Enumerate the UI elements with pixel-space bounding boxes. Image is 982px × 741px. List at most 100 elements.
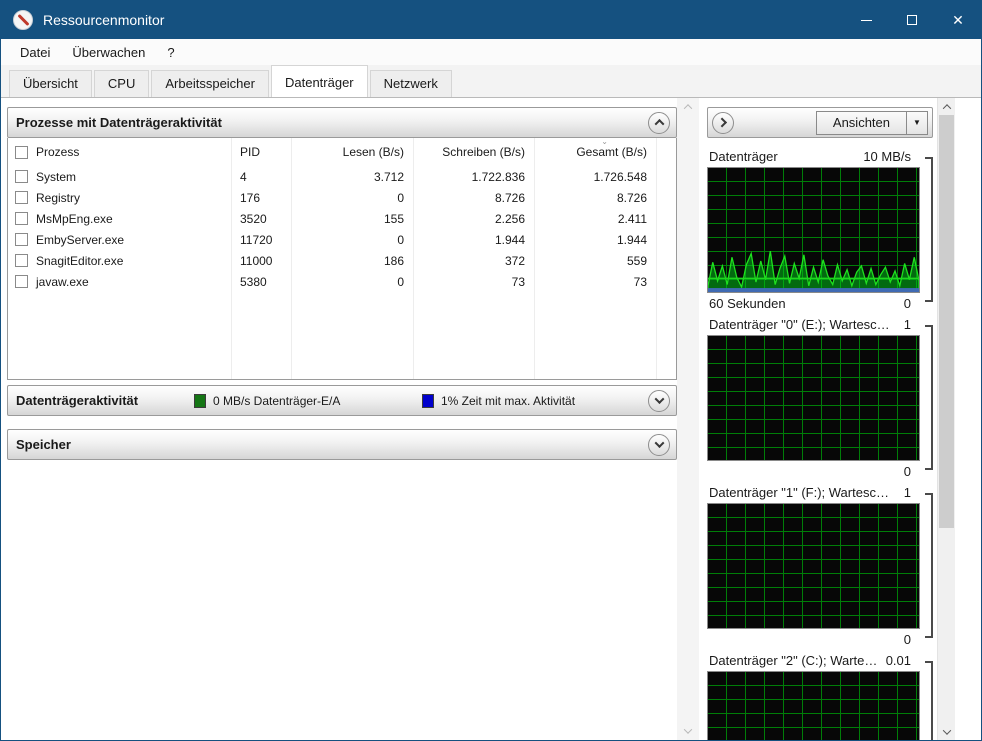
gauge-needle-icon xyxy=(17,13,30,27)
chart-group-disk2: Datenträger "2" (C:); Warte… 0.01 xyxy=(707,651,933,740)
green-legend-swatch xyxy=(194,393,206,408)
memory-panel-title: Speicher xyxy=(16,437,71,452)
process-checkbox[interactable] xyxy=(15,275,28,288)
menu-ueberwachen[interactable]: Überwachen xyxy=(63,41,154,64)
process-name-cell[interactable]: SnagitEditor.exe xyxy=(8,250,232,271)
write-cell: 73 xyxy=(414,271,535,292)
filler-cell xyxy=(657,292,676,379)
process-name-cell[interactable]: System xyxy=(8,166,232,187)
disk2-queue-chart xyxy=(707,671,920,740)
processes-panel-header[interactable]: Prozesse mit Datenträgeraktivität xyxy=(7,107,677,138)
caret-down-icon: ▼ xyxy=(913,118,921,127)
column-header-filler xyxy=(657,138,676,166)
column-header-label: Prozess xyxy=(36,145,80,159)
chart-row xyxy=(707,325,933,470)
tab-cpu[interactable]: CPU xyxy=(93,70,150,97)
expand-memory-button[interactable] xyxy=(648,433,670,456)
tab-netzwerk[interactable]: Netzwerk xyxy=(369,70,452,97)
scroll-up-icon[interactable] xyxy=(683,104,693,113)
chart-group-disk-total: Datenträger 10 MB/s 60 Sekunden 0 xyxy=(707,147,933,313)
window-scrollbar[interactable] xyxy=(937,98,955,740)
process-checkbox[interactable] xyxy=(15,254,28,267)
column-header-schreiben[interactable]: Schreiben (B/s) xyxy=(414,138,535,166)
write-cell: 1.722.836 xyxy=(414,166,535,187)
pid-cell: 5380 xyxy=(232,271,292,292)
scrollbar-up-button[interactable] xyxy=(938,98,955,115)
menu-bar: Datei Überwachen ? xyxy=(1,39,981,65)
title-bar: Ressourcenmonitor ✕ xyxy=(1,1,981,39)
disk-process-table: Prozess PID Lesen (B/s) Schreiben (B/s) … xyxy=(8,138,676,379)
expand-disk-activity-button[interactable] xyxy=(648,389,670,412)
scroll-up-icon xyxy=(942,103,951,113)
column-header-label: Gesamt (B/s) xyxy=(576,145,647,159)
window-title: Ressourcenmonitor xyxy=(43,12,165,28)
chevron-down-icon xyxy=(654,438,664,449)
memory-panel-header[interactable]: Speicher xyxy=(7,429,677,460)
process-name-cell[interactable]: MsMpEng.exe xyxy=(8,208,232,229)
collapse-charts-pane-button[interactable] xyxy=(712,111,734,134)
maximize-button[interactable] xyxy=(889,1,935,39)
column-header-prozess[interactable]: Prozess xyxy=(8,138,232,166)
chart-title: Datenträger "2" (C:); Warte… xyxy=(709,653,878,668)
process-checkbox[interactable] xyxy=(15,170,28,183)
pid-cell: 11720 xyxy=(232,229,292,250)
process-name: EmbyServer.exe xyxy=(36,232,125,247)
chart-row xyxy=(707,493,933,638)
charts-toolbar: Ansichten ▼ xyxy=(707,107,933,138)
chevron-right-icon xyxy=(716,117,727,128)
left-pane-scrollbar[interactable] xyxy=(677,98,699,740)
process-checkbox[interactable] xyxy=(15,191,28,204)
read-cell: 3.712 xyxy=(292,166,414,187)
tab-uebersicht[interactable]: Übersicht xyxy=(9,70,92,97)
tab-arbeitsspeicher[interactable]: Arbeitsspeicher xyxy=(151,70,269,97)
views-dropdown-arrow[interactable]: ▼ xyxy=(907,110,928,135)
scrollbar-down-button[interactable] xyxy=(938,723,955,740)
chart-scale-max: 10 MB/s xyxy=(863,149,911,164)
total-cell: 559 xyxy=(535,250,657,271)
process-name: Registry xyxy=(36,190,81,205)
minimize-button[interactable] xyxy=(843,1,889,39)
read-cell: 186 xyxy=(292,250,414,271)
chart-title: Datenträger "0" (E:); Wartesc… xyxy=(709,317,890,332)
column-header-pid[interactable]: PID xyxy=(232,138,292,166)
views-button[interactable]: Ansichten xyxy=(815,110,907,135)
legend-disk-io: 0 MB/s Datenträger-E/A xyxy=(194,393,422,408)
filler-cell xyxy=(657,208,676,229)
menu-help[interactable]: ? xyxy=(158,41,183,64)
column-header-gesamt[interactable]: ⌄ Gesamt (B/s) xyxy=(535,138,657,166)
read-cell: 0 xyxy=(292,187,414,208)
chart-scale-min: 0 xyxy=(903,296,911,311)
process-checkbox[interactable] xyxy=(15,233,28,246)
total-cell: 2.411 xyxy=(535,208,657,229)
chart-caption: Datenträger "2" (C:); Warte… 0.01 xyxy=(707,651,933,671)
menu-datei[interactable]: Datei xyxy=(11,41,59,64)
select-all-checkbox[interactable] xyxy=(15,145,28,159)
filler-cell xyxy=(657,166,676,187)
write-cell: 2.256 xyxy=(414,208,535,229)
process-name-cell[interactable]: javaw.exe xyxy=(8,271,232,292)
disk-io-chart xyxy=(707,167,920,293)
filler-cell xyxy=(657,250,676,271)
pid-cell: 176 xyxy=(232,187,292,208)
chart-caption: Datenträger "1" (F:); Wartesc… 1 xyxy=(707,483,933,503)
scrollbar-thumb[interactable] xyxy=(939,115,954,528)
filler-cell xyxy=(657,229,676,250)
close-button[interactable]: ✕ xyxy=(935,1,981,39)
write-cell: 372 xyxy=(414,250,535,271)
process-checkbox[interactable] xyxy=(15,212,28,225)
disk-activity-panel-header[interactable]: Datenträgeraktivität 0 MB/s Datenträger-… xyxy=(7,385,677,416)
chart-scale-max: 0.01 xyxy=(885,653,911,668)
filler-cell xyxy=(657,187,676,208)
views-split-button[interactable]: Ansichten ▼ xyxy=(815,110,928,135)
scale-bracket xyxy=(925,325,933,470)
read-cell: 0 xyxy=(292,271,414,292)
scroll-down-icon xyxy=(942,725,951,735)
tab-datentraeger[interactable]: Datenträger xyxy=(270,65,368,97)
collapse-processes-button[interactable] xyxy=(648,111,670,134)
column-header-lesen[interactable]: Lesen (B/s) xyxy=(292,138,414,166)
chart-caption: Datenträger "0" (E:); Wartesc… 1 xyxy=(707,315,933,335)
scroll-down-icon[interactable] xyxy=(683,725,693,734)
gap xyxy=(7,416,677,429)
process-name-cell[interactable]: Registry xyxy=(8,187,232,208)
process-name-cell[interactable]: EmbyServer.exe xyxy=(8,229,232,250)
